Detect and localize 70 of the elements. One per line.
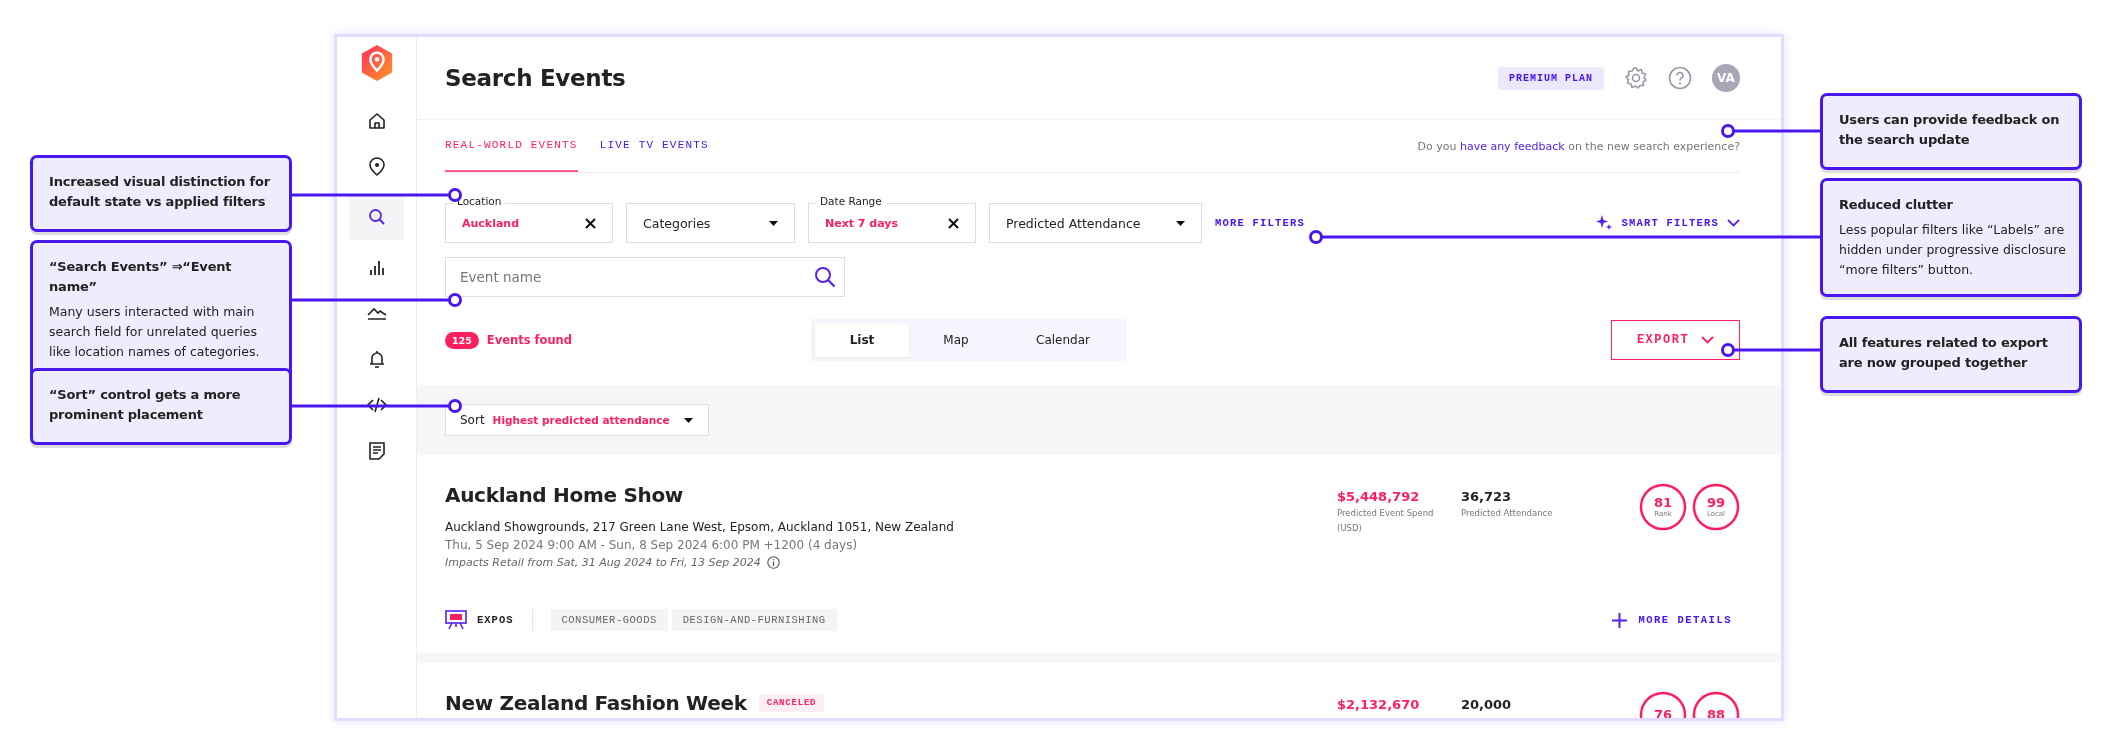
settings-icon[interactable] bbox=[1624, 66, 1648, 90]
chevron-down-icon bbox=[1727, 219, 1740, 227]
page-title: Search Events bbox=[445, 65, 626, 91]
annotation-title: Users can provide feedback on the search update bbox=[1839, 111, 2061, 149]
code-icon bbox=[366, 397, 387, 413]
event-category: EXPOS bbox=[477, 614, 514, 626]
chevron-down-icon bbox=[1701, 336, 1715, 344]
filter-value: Next 7 days bbox=[825, 216, 898, 230]
smart-filters-button[interactable]: SMART FILTERS bbox=[1596, 214, 1740, 232]
plan-badge: PREMIUM PLAN bbox=[1498, 66, 1604, 90]
event-title[interactable]: Auckland Home Show bbox=[445, 483, 684, 507]
filter-label: Location bbox=[453, 195, 506, 208]
bar-chart-icon bbox=[368, 259, 385, 275]
event-address: Auckland Showgrounds, 217 Green Lane West, Epsom, Auckland 1051, New Zealand bbox=[445, 520, 955, 534]
easel-icon bbox=[445, 610, 467, 630]
export-button[interactable]: EXPORT bbox=[1611, 320, 1740, 360]
clear-icon[interactable] bbox=[585, 217, 596, 229]
impact-period: Impacts Retail from Sat, 31 Aug 2024 to Fri, 13 Sep 2024 bbox=[445, 556, 761, 569]
status-badge: CANCELED bbox=[758, 694, 825, 712]
annotation-title: All features related to export are now grouped together bbox=[1839, 334, 2049, 372]
view-toggle-button[interactable]: Map bbox=[909, 323, 1003, 357]
event-title[interactable]: New Zealand Fashion Week bbox=[445, 691, 747, 715]
location-pin-icon bbox=[367, 157, 386, 177]
caret-icon bbox=[1176, 220, 1185, 226]
sparkle-icon bbox=[1596, 214, 1614, 232]
filter-dropdown[interactable]: Predicted Attendance bbox=[989, 203, 1202, 243]
result-count-badge: 125 bbox=[445, 331, 479, 349]
home-icon bbox=[367, 112, 386, 130]
annotation-text: Many users interacted with main search field for unrelated queries like location names of categories. bbox=[49, 303, 261, 361]
predicted-spend-value: $5,448,792 bbox=[1337, 489, 1421, 504]
sort-dropdown[interactable]: Sort Highest predicted attendance bbox=[445, 404, 709, 436]
stat-label: Predicted Attendance bbox=[1461, 507, 1554, 520]
clear-icon[interactable] bbox=[948, 217, 959, 229]
event-name-search-field[interactable]: Event name bbox=[445, 257, 845, 297]
bell-icon bbox=[367, 349, 386, 369]
filter-dropdown[interactable]: Categories bbox=[626, 203, 795, 243]
plus-icon bbox=[1612, 612, 1628, 628]
more-filters-button[interactable]: MORE FILTERS bbox=[1215, 217, 1305, 229]
event-dates: Thu, 5 Sep 2024 9:00 AM - Sun, 8 Sep 2024 6:00 PM +1200 (4 days) bbox=[445, 538, 859, 552]
document-icon bbox=[368, 442, 385, 460]
annotation-title: “Search Events” ⇒“Event name” bbox=[49, 258, 233, 296]
feedback-prompt: Do you have any feedback on the new search experience? bbox=[1417, 139, 1740, 153]
more-details-button[interactable]: MORE DETAILS bbox=[1612, 612, 1732, 628]
predicted-spend-value: $2,132,670 bbox=[1337, 697, 1421, 712]
trend-lines-icon bbox=[366, 305, 387, 321]
predicted-attendance-value: 36,723 bbox=[1461, 489, 1513, 504]
annotation-title: Reduced clutter bbox=[1839, 196, 1954, 214]
search-icon bbox=[367, 208, 386, 226]
caret-icon bbox=[683, 417, 693, 423]
feedback-link[interactable]: have any feedback bbox=[1459, 139, 1565, 153]
view-toggle-button[interactable]: Calendar bbox=[1003, 323, 1123, 357]
annotation-title: Increased visual distinction for default state vs applied filters bbox=[49, 173, 271, 211]
annotation-title: “Sort” control gets a more prominent placement bbox=[49, 386, 242, 424]
stat-label: Predicted Event Spend (USD) bbox=[1337, 507, 1435, 535]
sidebar-nav-button[interactable] bbox=[349, 194, 404, 240]
label-chip: CONSUMER-GOODS bbox=[550, 609, 668, 631]
caret-icon bbox=[769, 220, 778, 226]
search-icon[interactable] bbox=[814, 266, 836, 288]
filter-value: Auckland bbox=[462, 216, 520, 230]
event-type-tab[interactable]: LIVE TV EVENTS bbox=[599, 120, 709, 172]
event-type-tab[interactable]: REAL-WORLD EVENTS bbox=[445, 120, 578, 172]
view-toggle-button[interactable]: List bbox=[815, 323, 909, 357]
annotation-text: Less popular filters like “Labels” are hidden under progressive disclosure “more filters” button. bbox=[1839, 221, 2067, 279]
info-icon[interactable] bbox=[766, 556, 780, 569]
filter-label: Date Range bbox=[816, 195, 886, 208]
label-chip: DESIGN-AND-FURNISHING bbox=[671, 609, 837, 631]
help-icon[interactable] bbox=[1668, 66, 1692, 90]
predicted-attendance-value: 20,000 bbox=[1461, 697, 1513, 712]
logo-icon bbox=[359, 44, 394, 82]
results-label: Events found bbox=[486, 333, 573, 347]
